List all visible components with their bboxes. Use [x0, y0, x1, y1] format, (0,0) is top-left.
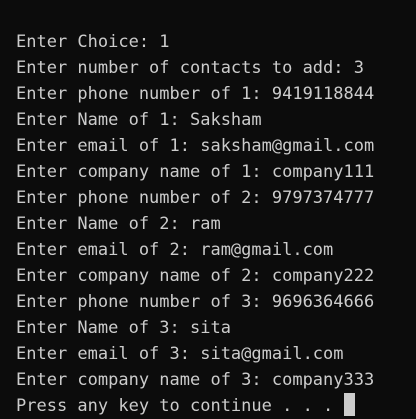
console-line: Enter company name of 3: company333: [16, 370, 375, 390]
console-line: Enter email of 3: sita@gmail.com: [16, 344, 344, 364]
continue-prompt: Press any key to continue . . .: [16, 396, 344, 416]
text-cursor: [343, 393, 355, 416]
console-line: Enter company name of 2: company222: [16, 266, 375, 286]
console-line: Enter phone number of 2: 9797374777: [16, 188, 375, 208]
console-line: Enter Name of 1: Saksham: [16, 110, 262, 130]
console-line: Enter Name of 2: ram: [16, 214, 221, 234]
console-line: Enter Choice: 1: [16, 32, 170, 52]
console-prompt-line[interactable]: Press any key to continue . . .: [16, 393, 416, 419]
console-window[interactable]: Enter Choice: 1 Enter number of contacts …: [0, 0, 416, 419]
console-line: Enter company name of 1: company111: [16, 162, 375, 182]
console-line: Enter Name of 3: sita: [16, 318, 231, 338]
console-line: Enter email of 2: ram@gmail.com: [16, 240, 334, 260]
console-line: Enter email of 1: saksham@gmail.com: [16, 136, 375, 156]
console-line: Enter phone number of 1: 9419118844: [16, 84, 375, 104]
console-line: Enter number of contacts to add: 3: [16, 58, 364, 78]
console-line: Enter phone number of 3: 9696364666: [16, 292, 375, 312]
